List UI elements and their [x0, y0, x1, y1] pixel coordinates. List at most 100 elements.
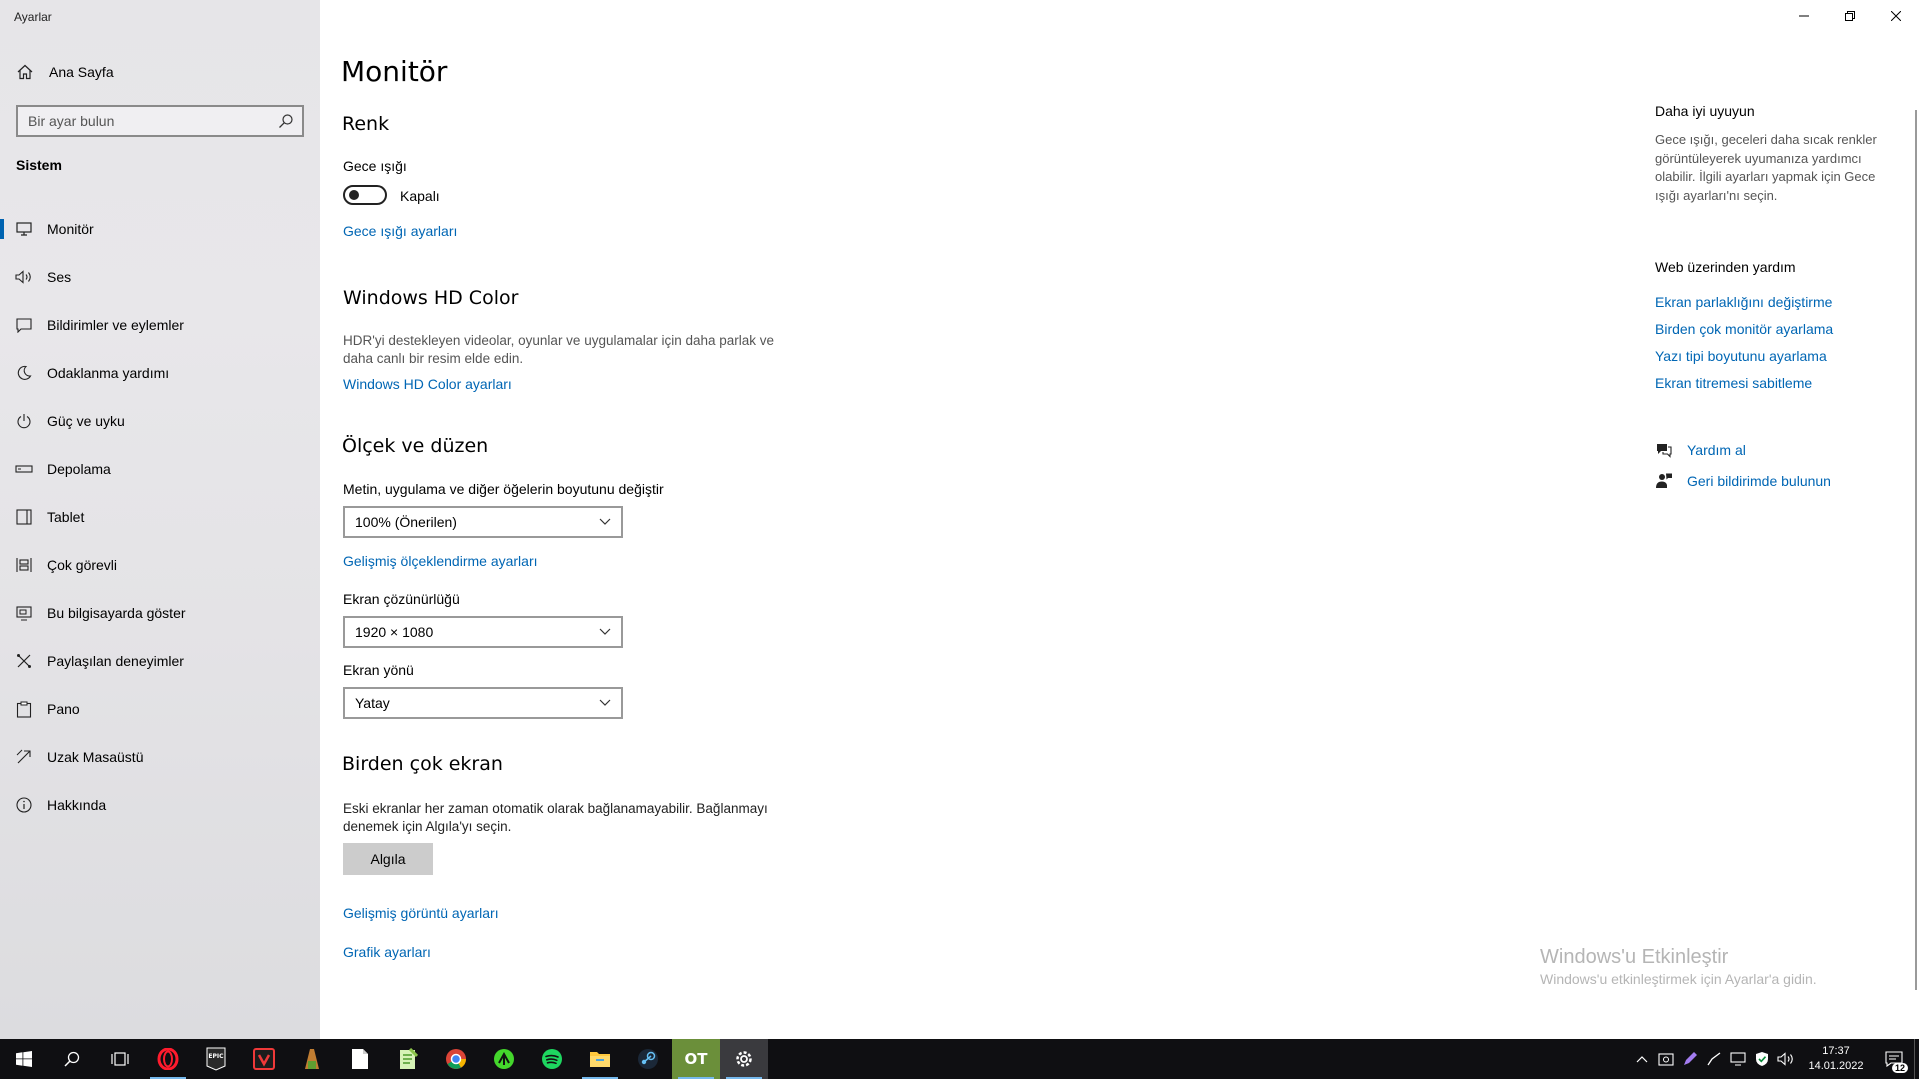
graphics-settings-link[interactable]: Grafik ayarları	[343, 944, 431, 960]
taskbar-app-settings[interactable]	[720, 1039, 768, 1079]
sidebar-item-label: Güç ve uyku	[47, 413, 125, 429]
activation-watermark: Windows'u Etkinleştir Windows'u etkinleş…	[1540, 946, 1817, 987]
sidebar-item-power[interactable]: Güç ve uyku	[0, 397, 320, 445]
home-icon	[17, 64, 33, 80]
sidebar-item-label: Depolama	[47, 461, 111, 477]
feedback-link[interactable]: Geri bildirimde bulunun	[1655, 472, 1831, 490]
moon-icon	[15, 364, 33, 382]
sidebar: Ayarlar Ana Sayfa Sistem Monitör Ses Bil…	[0, 0, 320, 1039]
tray-app-pen[interactable]	[1678, 1039, 1702, 1079]
project-icon	[15, 604, 33, 622]
show-desktop-button[interactable]	[1914, 1039, 1919, 1079]
taskbar: EPIC OT 17:37 14.01.2022 12	[0, 1039, 1919, 1079]
sidebar-item-project[interactable]: Bu bilgisayarda göster	[0, 589, 320, 637]
night-light-toggle[interactable]	[343, 185, 387, 205]
taskbar-app-opera[interactable]	[144, 1039, 192, 1079]
taskbar-app-epic-games[interactable]: EPIC	[192, 1039, 240, 1079]
clipboard-icon	[15, 700, 33, 718]
taskbar-app-minecraft[interactable]	[288, 1039, 336, 1079]
sidebar-item-storage[interactable]: Depolama	[0, 445, 320, 493]
sidebar-item-sound[interactable]: Ses	[0, 253, 320, 301]
search-icon[interactable]	[278, 113, 294, 129]
taskbar-app-razer[interactable]	[480, 1039, 528, 1079]
sidebar-item-label: Çok görevli	[47, 557, 118, 573]
feedback-icon	[1656, 473, 1672, 488]
close-button[interactable]	[1873, 0, 1919, 32]
sidebar-item-remote-desktop[interactable]: Uzak Masaüstü	[0, 733, 320, 781]
minimize-icon	[1799, 15, 1809, 17]
multi-display-description: Eski ekranlar her zaman otomatik olarak …	[343, 801, 768, 834]
taskbar-app-steam[interactable]	[624, 1039, 672, 1079]
shared-icon	[15, 652, 33, 670]
tray-app-capture[interactable]	[1654, 1039, 1678, 1079]
sidebar-item-about[interactable]: Hakkında	[0, 781, 320, 829]
capture-icon	[1658, 1053, 1674, 1066]
resolution-dropdown[interactable]: 1920 × 1080	[343, 616, 623, 648]
tray-app-link[interactable]	[1702, 1039, 1726, 1079]
search-box[interactable]	[16, 105, 304, 137]
monitor-icon	[15, 220, 33, 238]
settings-icon	[736, 1051, 752, 1067]
restore-button[interactable]	[1827, 0, 1873, 32]
help-link-font-size[interactable]: Yazı tipi boyutunu ayarlama	[1655, 348, 1827, 364]
help-link-brightness[interactable]: Ekran parlaklığını değiştirme	[1655, 294, 1832, 310]
epic-games-icon: EPIC	[206, 1047, 226, 1071]
get-help-link[interactable]: Yardım al	[1655, 441, 1746, 459]
help-link-multi-monitor[interactable]: Birden çok monitör ayarlama	[1655, 321, 1833, 337]
sidebar-item-shared[interactable]: Paylaşılan deneyimler	[0, 637, 320, 685]
taskbar-app-spotify[interactable]	[528, 1039, 576, 1079]
window-title: Ayarlar	[14, 10, 52, 24]
info-icon	[15, 796, 33, 814]
hd-color-description: HDR'yi destekleyen videolar, oyunlar ve …	[343, 333, 775, 366]
main-content: Monitör Renk Gece ışığı Kapalı Gece ışığ…	[320, 0, 1919, 1039]
tray-volume[interactable]	[1774, 1039, 1798, 1079]
tray-network[interactable]	[1726, 1039, 1750, 1079]
action-center-button[interactable]: 12	[1874, 1039, 1914, 1079]
taskbar-search-button[interactable]	[48, 1039, 96, 1079]
sidebar-item-tablet[interactable]: Tablet	[0, 493, 320, 541]
sidebar-item-clipboard[interactable]: Pano	[0, 685, 320, 733]
sidebar-item-label: Hakkında	[47, 797, 107, 813]
feedback-label: Geri bildirimde bulunun	[1687, 473, 1831, 489]
home-link[interactable]: Ana Sayfa	[16, 63, 114, 81]
taskbar-app-notepad-plus[interactable]	[384, 1039, 432, 1079]
sidebar-item-monitor[interactable]: Monitör	[0, 205, 320, 253]
get-help-label: Yardım al	[1687, 442, 1746, 458]
pen-tablet-icon	[1707, 1052, 1721, 1066]
taskbar-app-file-explorer[interactable]	[576, 1039, 624, 1079]
orientation-dropdown[interactable]: Yatay	[343, 687, 623, 719]
search-input[interactable]	[18, 107, 278, 135]
help-link-flicker[interactable]: Ekran titremesi sabitleme	[1655, 375, 1812, 391]
tray-security[interactable]	[1750, 1039, 1774, 1079]
taskbar-app-chrome[interactable]	[432, 1039, 480, 1079]
tray-overflow-button[interactable]	[1630, 1039, 1654, 1079]
minimize-button[interactable]	[1781, 0, 1827, 32]
scrollbar[interactable]	[1915, 110, 1917, 990]
taskbar-clock[interactable]: 17:37 14.01.2022	[1798, 1044, 1874, 1074]
sidebar-item-label: Bildirimler ve eylemler	[47, 317, 184, 333]
task-view-icon	[111, 1052, 129, 1066]
hd-color-settings-link[interactable]: Windows HD Color ayarları	[343, 376, 512, 392]
vivaldi-icon	[253, 1048, 275, 1070]
start-button[interactable]	[0, 1039, 48, 1079]
clock-date: 14.01.2022	[1808, 1060, 1864, 1072]
advanced-display-link[interactable]: Gelişmiş görüntü ayarları	[343, 905, 499, 921]
minecraft-icon	[305, 1049, 319, 1069]
advanced-scaling-link[interactable]: Gelişmiş ölçeklendirme ayarları	[343, 553, 538, 569]
night-light-settings-link[interactable]: Gece ışığı ayarları	[343, 223, 457, 239]
sidebar-item-multitasking[interactable]: Çok görevli	[0, 541, 320, 589]
taskbar-app-notepad[interactable]	[336, 1039, 384, 1079]
sidebar-item-focus[interactable]: Odaklanma yardımı	[0, 349, 320, 397]
sidebar-item-notifications[interactable]: Bildirimler ve eylemler	[0, 301, 320, 349]
taskbar-app-ot[interactable]: OT	[672, 1039, 720, 1079]
task-view-button[interactable]	[96, 1039, 144, 1079]
taskbar-app-vivaldi[interactable]	[240, 1039, 288, 1079]
orientation-label: Ekran yönü	[343, 662, 414, 678]
pen-icon	[1684, 1052, 1697, 1065]
scale-dropdown[interactable]: 100% (Önerilen)	[343, 506, 623, 538]
steam-icon	[638, 1049, 658, 1069]
detect-button[interactable]: Algıla	[343, 843, 433, 875]
sleep-title: Daha iyi uyuyun	[1655, 103, 1755, 119]
multitask-icon	[15, 556, 33, 574]
notepad-icon	[352, 1049, 368, 1069]
